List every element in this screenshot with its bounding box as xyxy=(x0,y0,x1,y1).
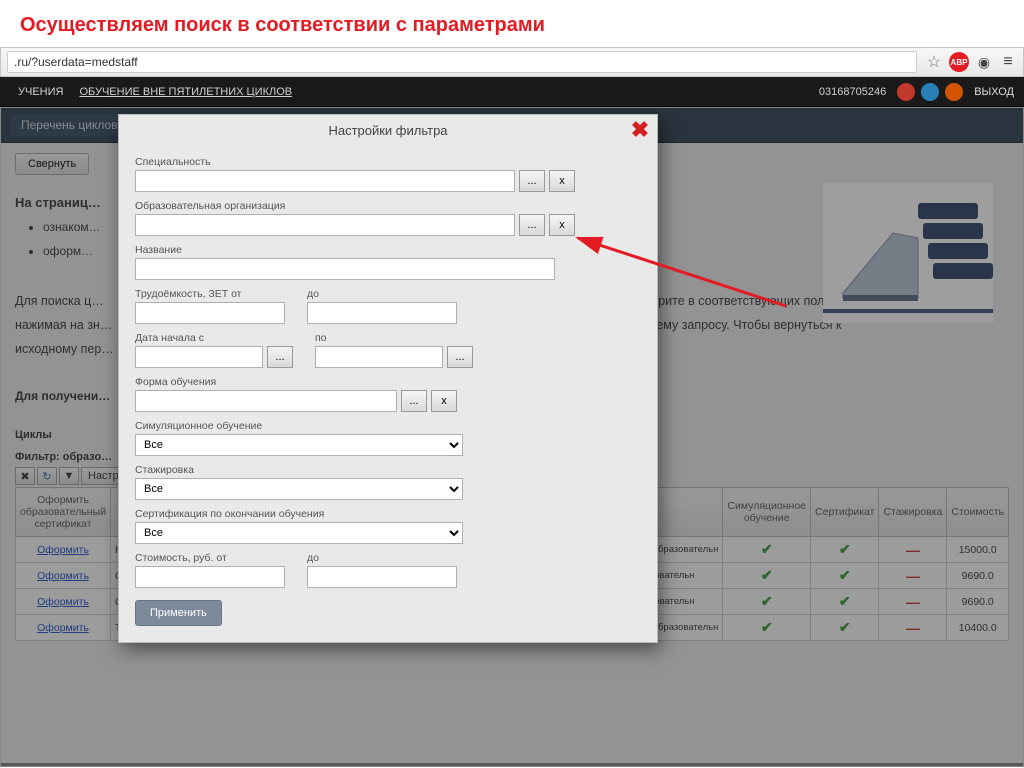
modal-title: Настройки фильтра ✖ xyxy=(119,115,657,144)
intern-select[interactable]: Все xyxy=(135,478,463,500)
form-input[interactable] xyxy=(135,390,397,412)
label-date-from: Дата начала с xyxy=(135,332,293,344)
th-intern[interactable]: Стажировка xyxy=(879,488,947,537)
logout-link[interactable]: ВЫХОД xyxy=(974,86,1014,98)
cell-cost: 15000.0 xyxy=(947,537,1009,563)
th-certificate[interactable]: Сертификат xyxy=(811,488,879,537)
form-clear-button[interactable]: x xyxy=(431,390,457,412)
date-to-input[interactable] xyxy=(315,346,443,368)
organization-lookup-button[interactable]: ... xyxy=(519,214,545,236)
nav-item-learning[interactable]: УЧЕНИЯ xyxy=(10,86,71,98)
cell-cert: ✔ xyxy=(811,589,879,615)
date-from-picker-button[interactable]: ... xyxy=(267,346,293,368)
form-link[interactable]: Оформить xyxy=(16,563,111,589)
decorative-image xyxy=(823,183,993,323)
zet-to-input[interactable] xyxy=(307,302,457,324)
filter-settings-modal: Настройки фильтра ✖ Специальность ... x … xyxy=(118,114,658,643)
label-cost-from: Стоимость, руб. от xyxy=(135,552,285,564)
cell-sim: ✔ xyxy=(723,615,811,641)
url-input[interactable] xyxy=(7,51,917,73)
nav-item-out-cycle[interactable]: ОБУЧЕНИЕ ВНЕ ПЯТИЛЕТНИХ ЦИКЛОВ xyxy=(71,86,300,98)
browser-menu-icon[interactable] xyxy=(999,53,1017,71)
label-speciality: Специальность xyxy=(135,156,641,168)
sim-select[interactable]: Все xyxy=(135,434,463,456)
bookmark-icon[interactable] xyxy=(925,53,943,71)
label-date-to: по xyxy=(315,332,473,344)
cell-sim: ✔ xyxy=(723,563,811,589)
cell-stage: — xyxy=(879,615,947,641)
label-form: Форма обучения xyxy=(135,376,641,388)
label-cost-to: до xyxy=(307,552,457,564)
app-header: УЧЕНИЯ ОБУЧЕНИЕ ВНЕ ПЯТИЛЕТНИХ ЦИКЛОВ 03… xyxy=(0,77,1024,107)
cell-sim: ✔ xyxy=(723,589,811,615)
label-zet-from: Трудоёмкость, ЗЕТ от xyxy=(135,288,285,300)
label-intern: Стажировка xyxy=(135,464,641,476)
form-link[interactable]: Оформить xyxy=(16,615,111,641)
label-zet-to: до xyxy=(307,288,457,300)
form-lookup-button[interactable]: ... xyxy=(401,390,427,412)
cost-from-input[interactable] xyxy=(135,566,285,588)
th-sim[interactable]: Симуляционное обучение xyxy=(723,488,811,537)
cell-stage: — xyxy=(879,589,947,615)
label-organization: Образовательная организация xyxy=(135,200,641,212)
name-input[interactable] xyxy=(135,258,555,280)
label-name: Название xyxy=(135,244,641,256)
th-cost[interactable]: Стоимость xyxy=(947,488,1009,537)
speciality-input[interactable] xyxy=(135,170,515,192)
form-link[interactable]: Оформить xyxy=(16,537,111,563)
tool-icon-3[interactable]: ▼ xyxy=(59,467,79,485)
cell-sim: ✔ xyxy=(723,537,811,563)
form-link[interactable]: Оформить xyxy=(16,589,111,615)
cost-to-input[interactable] xyxy=(307,566,457,588)
cell-cost: 9690.0 xyxy=(947,563,1009,589)
header-icon-3[interactable] xyxy=(945,83,963,101)
date-to-picker-button[interactable]: ... xyxy=(447,346,473,368)
label-cert: Сертификация по окончании обучения xyxy=(135,508,641,520)
tool-icon-1[interactable]: ✖ xyxy=(15,467,35,485)
zet-from-input[interactable] xyxy=(135,302,285,324)
cell-cost: 10400.0 xyxy=(947,615,1009,641)
speciality-lookup-button[interactable]: ... xyxy=(519,170,545,192)
organization-clear-button[interactable]: x xyxy=(549,214,575,236)
browser-address-bar: ABP xyxy=(0,47,1024,77)
slide-title: Осуществляем поиск в соответствии с пара… xyxy=(0,0,1024,47)
paragraph-left: Для поиска ц… нажимая на зн… исходному п… xyxy=(15,290,135,361)
cert-select[interactable]: Все xyxy=(135,522,463,544)
header-icon-2[interactable] xyxy=(921,83,939,101)
date-from-input[interactable] xyxy=(135,346,263,368)
user-id: 03168705246 xyxy=(811,86,894,98)
collapse-button[interactable]: Свернуть xyxy=(15,153,89,175)
cell-cert: ✔ xyxy=(811,615,879,641)
speciality-clear-button[interactable]: x xyxy=(549,170,575,192)
organization-input[interactable] xyxy=(135,214,515,236)
extension-icon[interactable] xyxy=(975,53,993,71)
th-cert[interactable]: Оформить образовательный сертификат xyxy=(16,488,111,537)
abp-icon[interactable]: ABP xyxy=(949,52,969,72)
cell-cost: 9690.0 xyxy=(947,589,1009,615)
close-icon[interactable]: ✖ xyxy=(629,119,651,141)
cell-cert: ✔ xyxy=(811,563,879,589)
apply-button[interactable]: Применить xyxy=(135,600,222,626)
cell-stage: — xyxy=(879,563,947,589)
header-icon-1[interactable] xyxy=(897,83,915,101)
tool-icon-2[interactable]: ↻ xyxy=(37,467,57,485)
cell-stage: — xyxy=(879,537,947,563)
label-sim: Симуляционное обучение xyxy=(135,420,641,432)
cell-cert: ✔ xyxy=(811,537,879,563)
